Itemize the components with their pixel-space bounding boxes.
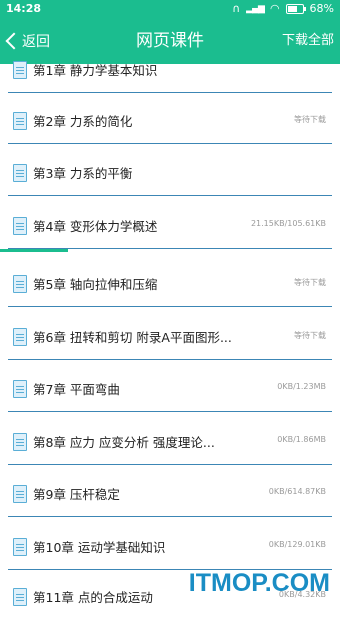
chapter-status: 等待下载 bbox=[294, 278, 326, 287]
chapter-item[interactable]: 第7章 平面弯曲 0KB/1.23MB bbox=[8, 370, 332, 412]
battery-percent: 68% bbox=[309, 2, 334, 15]
document-icon bbox=[13, 112, 27, 130]
chapter-name: 第10章 运动学基础知识 bbox=[33, 540, 166, 555]
divider bbox=[8, 464, 332, 465]
chapter-status: 0KB/1.23MB bbox=[277, 382, 326, 391]
chapter-name: 第4章 变形体力学概述 bbox=[33, 219, 158, 234]
chapter-name: 第7章 平面弯曲 bbox=[33, 382, 120, 397]
chapter-status: 等待下载 bbox=[294, 115, 326, 124]
document-icon bbox=[13, 61, 27, 79]
document-icon bbox=[13, 588, 27, 606]
document-icon bbox=[13, 433, 27, 451]
chapter-name: 第9章 压杆稳定 bbox=[33, 487, 120, 502]
headphone-icon: ∩ bbox=[232, 2, 241, 15]
chapter-status: 等待下载 bbox=[294, 331, 326, 340]
chapter-item[interactable]: 第10章 运动学基础知识 0KB/129.01KB bbox=[8, 528, 332, 570]
chapter-item[interactable]: 第2章 力系的简化 等待下载 bbox=[8, 102, 332, 144]
divider bbox=[8, 516, 332, 517]
document-icon bbox=[13, 485, 27, 503]
document-icon bbox=[13, 380, 27, 398]
download-progress-bar bbox=[0, 249, 68, 252]
back-label: 返回 bbox=[22, 34, 50, 50]
chapter-status: 0KB/614.87KB bbox=[268, 487, 326, 496]
chapter-item[interactable]: 第8章 应力 应变分析 强度理论... 0KB/1.86MB bbox=[8, 423, 332, 465]
chapter-item[interactable]: 第3章 力系的平衡 bbox=[8, 154, 332, 196]
battery-icon bbox=[285, 3, 306, 14]
status-time: 14:28 bbox=[6, 2, 42, 15]
chapter-item[interactable]: 第4章 变形体力学概述 21.15KB/105.61KB bbox=[8, 207, 332, 249]
chapter-name: 第5章 轴向拉伸和压缩 bbox=[33, 277, 158, 292]
status-icons: ∩ ▂▄▆ ◠ 68% bbox=[232, 2, 334, 15]
chapter-name: 第11章 点的合成运动 bbox=[33, 590, 153, 605]
wifi-icon: ◠ bbox=[269, 2, 280, 15]
divider bbox=[8, 306, 332, 307]
document-icon bbox=[13, 275, 27, 293]
document-icon bbox=[13, 538, 27, 556]
chapter-name: 第1章 静力学基本知识 bbox=[33, 63, 158, 78]
divider bbox=[8, 359, 332, 360]
chapter-name: 第2章 力系的简化 bbox=[33, 114, 133, 129]
divider bbox=[8, 411, 332, 412]
chapter-name: 第3章 力系的平衡 bbox=[33, 166, 133, 181]
chapter-status: 21.15KB/105.61KB bbox=[250, 219, 326, 228]
chevron-left-icon bbox=[5, 32, 23, 50]
divider bbox=[8, 195, 332, 196]
chapter-name: 第6章 扭转和剪切 附录A平面图形... bbox=[33, 330, 232, 345]
status-bar: 14:28 ∩ ▂▄▆ ◠ 68% bbox=[0, 0, 340, 18]
signal-icon: ▂▄▆ bbox=[246, 3, 265, 14]
divider bbox=[8, 92, 332, 93]
chapter-item[interactable]: 第6章 扭转和剪切 附录A平面图形... 等待下载 bbox=[8, 318, 332, 360]
chapter-item[interactable]: 第5章 轴向拉伸和压缩 等待下载 bbox=[8, 265, 332, 307]
document-icon bbox=[13, 328, 27, 346]
chapter-item[interactable]: 第9章 压杆稳定 0KB/614.87KB bbox=[8, 475, 332, 517]
chapter-item[interactable]: 第1章 静力学基本知识 bbox=[8, 51, 332, 93]
chapter-status: 0KB/129.01KB bbox=[268, 540, 326, 549]
divider bbox=[8, 143, 332, 144]
chapter-name: 第8章 应力 应变分析 强度理论... bbox=[33, 435, 215, 450]
document-icon bbox=[13, 164, 27, 182]
watermark: ITMOP.COM bbox=[188, 569, 330, 597]
document-icon bbox=[13, 217, 27, 235]
chapter-status: 0KB/1.86MB bbox=[277, 435, 326, 444]
